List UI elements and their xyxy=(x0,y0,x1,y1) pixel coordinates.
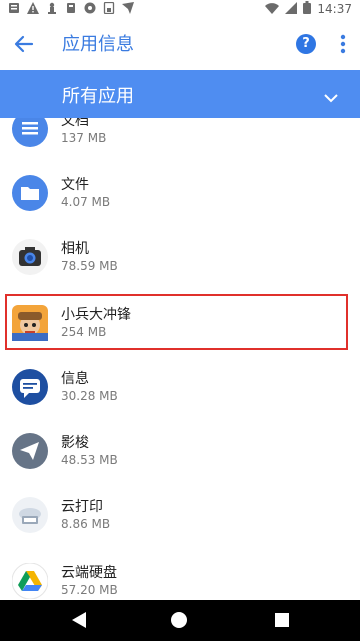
app-name: 影梭 xyxy=(61,435,89,451)
status-bar: 14:37 xyxy=(0,0,360,18)
disc-icon xyxy=(84,2,96,14)
app-size: 8.86 MB xyxy=(61,517,111,531)
docs-icon xyxy=(12,118,48,147)
files-icon xyxy=(12,175,48,211)
app-size: 57.20 MB xyxy=(61,583,118,597)
app-filter-dropdown[interactable]: 所有应用 xyxy=(0,70,360,118)
back-arrow-icon[interactable] xyxy=(10,30,38,58)
app-size: 48.53 MB xyxy=(61,453,118,467)
sim-icon xyxy=(103,1,115,15)
help-icon[interactable]: ? xyxy=(296,34,316,54)
list-item[interactable]: 文档 137 MB xyxy=(0,118,360,162)
warning-icon xyxy=(27,2,39,14)
camera-icon xyxy=(12,239,48,275)
wifi-icon xyxy=(265,2,280,17)
app-name: 文件 xyxy=(61,177,89,193)
list-item[interactable]: 信息 30.28 MB xyxy=(0,356,360,420)
list-item-highlighted[interactable]: 小兵大冲锋 254 MB xyxy=(0,292,360,356)
drive-icon xyxy=(11,562,49,600)
app-name: 相机 xyxy=(61,241,89,257)
signal-icon xyxy=(285,1,298,17)
location-icon xyxy=(12,433,48,469)
app-name: 云打印 xyxy=(61,499,103,515)
notification-icon xyxy=(8,2,20,14)
app-name: 小兵大冲锋 xyxy=(61,307,131,323)
app-name: 云端硬盘 xyxy=(61,565,117,581)
app-size: 30.28 MB xyxy=(61,389,118,403)
app-size: 78.59 MB xyxy=(61,259,118,273)
location-off-icon xyxy=(122,2,134,14)
filter-label: 所有应用 xyxy=(62,86,134,107)
app-bar: 应用信息 ? xyxy=(0,18,360,71)
game-icon xyxy=(12,305,48,341)
list-item[interactable]: 影梭 48.53 MB xyxy=(0,420,360,484)
app-size: 4.07 MB xyxy=(61,195,111,209)
app-name: 信息 xyxy=(61,371,89,387)
more-options-icon[interactable] xyxy=(340,34,346,54)
list-item[interactable]: 云打印 8.86 MB xyxy=(0,484,360,548)
clock: 14:37 xyxy=(317,2,352,16)
nav-home-icon[interactable] xyxy=(171,612,187,628)
messages-icon xyxy=(12,369,48,405)
battery-icon xyxy=(303,1,312,17)
list-item[interactable]: 文件 4.07 MB xyxy=(0,162,360,226)
navigation-bar xyxy=(0,600,360,641)
highlight-frame xyxy=(5,294,348,350)
cloud-print-icon xyxy=(12,497,48,533)
app-size: 254 MB xyxy=(61,325,107,339)
nav-back-icon[interactable] xyxy=(70,611,88,629)
nav-recents-icon[interactable] xyxy=(275,613,289,627)
app-name: 文档 xyxy=(61,118,89,129)
usb-icon xyxy=(65,2,77,14)
list-item[interactable]: 云端硬盘 57.20 MB xyxy=(0,550,360,602)
chess-icon xyxy=(46,2,58,14)
page-title: 应用信息 xyxy=(62,34,134,55)
app-size: 137 MB xyxy=(61,131,107,145)
list-item[interactable]: 相机 78.59 MB xyxy=(0,226,360,290)
notification-icons xyxy=(8,1,134,15)
chevron-down-icon xyxy=(324,88,338,103)
app-list[interactable]: 文档 137 MB 文件 4.07 MB 相机 78.59 MB 小兵大冲锋 2… xyxy=(0,118,360,602)
